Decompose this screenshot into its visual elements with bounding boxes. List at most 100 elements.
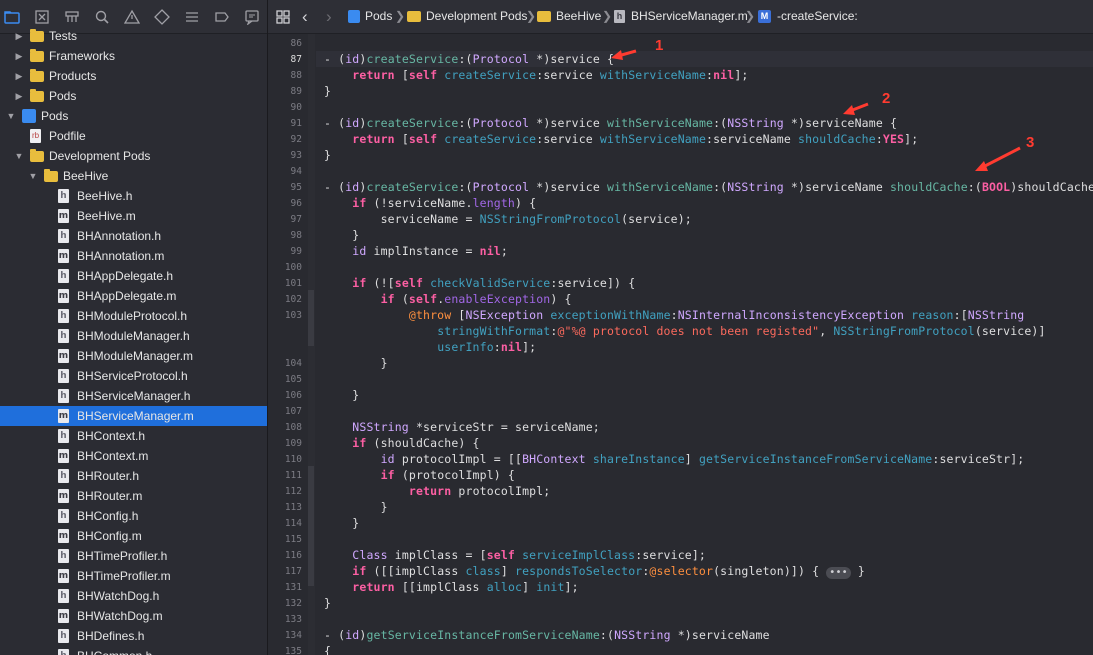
disclosure-expanded-icon[interactable]: ▼	[28, 166, 38, 186]
code-line[interactable]: if (shouldCache) {	[324, 436, 480, 450]
navigator-row[interactable]: h BHServiceManager.h	[0, 386, 267, 406]
navigator-row[interactable]: m BHTimeProfiler.m	[0, 566, 267, 586]
navigator-row[interactable]: h BHModuleManager.h	[0, 326, 267, 346]
navigator-row-label: BHTimeProfiler.m	[77, 569, 171, 583]
test-icon[interactable]	[154, 9, 170, 25]
folder-icon[interactable]	[4, 9, 20, 25]
debug-icon[interactable]	[184, 9, 200, 25]
code-line[interactable]: }	[324, 84, 331, 98]
navigator-row[interactable]: h BHDefines.h	[0, 626, 267, 646]
navigator-row[interactable]: ▶ Products	[0, 66, 267, 86]
navigator-row[interactable]: ▶ Pods	[0, 86, 267, 106]
navigator-row[interactable]: ▼ Development Pods	[0, 146, 267, 166]
navigator-row[interactable]: ▶ Frameworks	[0, 46, 267, 66]
line-number: 94	[290, 166, 302, 177]
back-chevron-icon[interactable]: ‹	[302, 0, 308, 33]
code-line[interactable]: - (id)getServiceInstanceFromServiceName:…	[324, 628, 770, 642]
code-line[interactable]: }	[324, 356, 388, 370]
navigator-row[interactable]: m BeeHive.m	[0, 206, 267, 226]
code-line[interactable]: Class implClass = [self serviceImplClass…	[324, 548, 706, 562]
disclosure-collapsed-icon[interactable]: ▶	[14, 66, 24, 86]
navigator-row[interactable]: m BHContext.m	[0, 446, 267, 466]
disclosure-expanded-icon[interactable]: ▼	[14, 146, 24, 166]
breakpoint-icon[interactable]	[214, 9, 230, 25]
code-line[interactable]: }	[324, 388, 359, 402]
code-line[interactable]: return [self createService:service withS…	[324, 132, 918, 146]
disclosure-expanded-icon[interactable]: ▼	[6, 106, 16, 126]
disclosure-collapsed-icon[interactable]: ▶	[14, 26, 24, 46]
navigator-row[interactable]: h BHRouter.h	[0, 466, 267, 486]
symbol-icon[interactable]	[64, 9, 80, 25]
find-icon[interactable]	[94, 9, 110, 25]
disclosure-collapsed-icon[interactable]: ▶	[14, 46, 24, 66]
navigator-row[interactable]: ▼ Pods	[0, 106, 267, 126]
code-line[interactable]: if (!serviceName.length) {	[324, 196, 536, 210]
navigator-row[interactable]: m BHConfig.m	[0, 526, 267, 546]
navigator-row[interactable]: h BHContext.h	[0, 426, 267, 446]
code-line[interactable]: NSString *serviceStr = serviceName;	[324, 420, 600, 434]
code-line[interactable]: }	[324, 516, 359, 530]
source-control-icon[interactable]	[34, 9, 50, 25]
related-items-icon[interactable]	[276, 0, 290, 33]
header-file-icon: h	[58, 229, 69, 243]
code-line[interactable]: - (id)createService:(Protocol *)service …	[324, 52, 614, 66]
crumb-method[interactable]: M -createService:	[758, 0, 858, 33]
folder-icon	[407, 11, 421, 23]
crumb-beehive[interactable]: BeeHive	[537, 0, 601, 33]
navigator-row[interactable]: m BHAppDelegate.m	[0, 286, 267, 306]
navigator-row[interactable]: h BHTimeProfiler.h	[0, 546, 267, 566]
navigator-row[interactable]: h BHConfig.h	[0, 506, 267, 526]
code-line[interactable]: return protocolImpl;	[324, 484, 550, 498]
code-line[interactable]: return [[implClass alloc] init];	[324, 580, 579, 594]
code-line[interactable]: @throw [NSException exceptionWithName:NS…	[324, 308, 1024, 322]
line-number: 106	[284, 390, 302, 401]
code-line[interactable]: - (id)createService:(Protocol *)service …	[324, 180, 1093, 194]
code-line[interactable]: stringWithFormat:@"%@ protocol does not …	[324, 324, 1046, 338]
code-line[interactable]: }	[324, 148, 331, 162]
code-line[interactable]: return [self createService:service withS…	[324, 68, 749, 82]
crumb-development-pods[interactable]: Development Pods	[407, 0, 527, 33]
navigator-row[interactable]: rb Podfile	[0, 126, 267, 146]
code-line[interactable]: }	[324, 500, 388, 514]
navigator-row[interactable]: m BHRouter.m	[0, 486, 267, 506]
navigator-row-label: BHServiceProtocol.h	[77, 369, 188, 383]
navigator-row[interactable]: m BHServiceManager.m	[0, 406, 267, 426]
navigator-row[interactable]: h BHModuleProtocol.h	[0, 306, 267, 326]
fold-region-marker[interactable]	[308, 290, 314, 346]
fold-region-marker[interactable]	[308, 562, 314, 578]
navigator-row[interactable]: m BHModuleManager.m	[0, 346, 267, 366]
navigator-row[interactable]: m BHAnnotation.m	[0, 246, 267, 266]
crumb-file[interactable]: h BHServiceManager.m	[614, 0, 748, 33]
navigator-row[interactable]: ▶ Tests	[0, 26, 267, 46]
code-line[interactable]: if (protocolImpl) {	[324, 468, 515, 482]
project-icon	[22, 109, 36, 123]
warning-icon[interactable]	[124, 9, 140, 25]
crumb-pods[interactable]: Pods	[348, 0, 392, 33]
code-line[interactable]: if (![self checkValidService:service]) {	[324, 276, 635, 290]
navigator-row[interactable]: h BeeHive.h	[0, 186, 267, 206]
navigator-row[interactable]: h BHAnnotation.h	[0, 226, 267, 246]
report-icon[interactable]	[244, 9, 260, 25]
disclosure-collapsed-icon[interactable]: ▶	[14, 86, 24, 106]
code-line[interactable]: }	[324, 596, 331, 610]
code-line[interactable]: id implInstance = nil;	[324, 244, 508, 258]
code-line[interactable]: userInfo:nil];	[324, 340, 536, 354]
header-file-icon: h	[58, 549, 69, 563]
code-line[interactable]: {	[324, 644, 331, 655]
folded-code-pill[interactable]: •••	[826, 567, 851, 579]
forward-chevron-icon[interactable]: ›	[326, 0, 332, 33]
code-line[interactable]: }	[324, 228, 359, 242]
navigator-row[interactable]: ▼ BeeHive	[0, 166, 267, 186]
navigator-row[interactable]: h BHWatchDog.h	[0, 586, 267, 606]
navigator-row[interactable]: h BHCommon.h	[0, 646, 267, 655]
source-editor[interactable]: 86 87 88 89 90 91 92 93 94 95 96 97 98 99 100 101 102 103…	[268, 34, 1093, 655]
header-file-icon: h	[58, 329, 69, 343]
code-line[interactable]: serviceName = NSStringFromProtocol(servi…	[324, 212, 692, 226]
code-line[interactable]: id protocolImpl = [[BHContext shareInsta…	[324, 452, 1025, 466]
code-line[interactable]: - (id)createService:(Protocol *)service …	[324, 116, 897, 130]
navigator-row[interactable]: h BHServiceProtocol.h	[0, 366, 267, 386]
code-line[interactable]: if ([[implClass class] respondsToSelecto…	[324, 564, 865, 579]
code-line[interactable]: if (self.enableException) {	[324, 292, 572, 306]
navigator-row[interactable]: h BHAppDelegate.h	[0, 266, 267, 286]
navigator-row[interactable]: m BHWatchDog.m	[0, 606, 267, 626]
